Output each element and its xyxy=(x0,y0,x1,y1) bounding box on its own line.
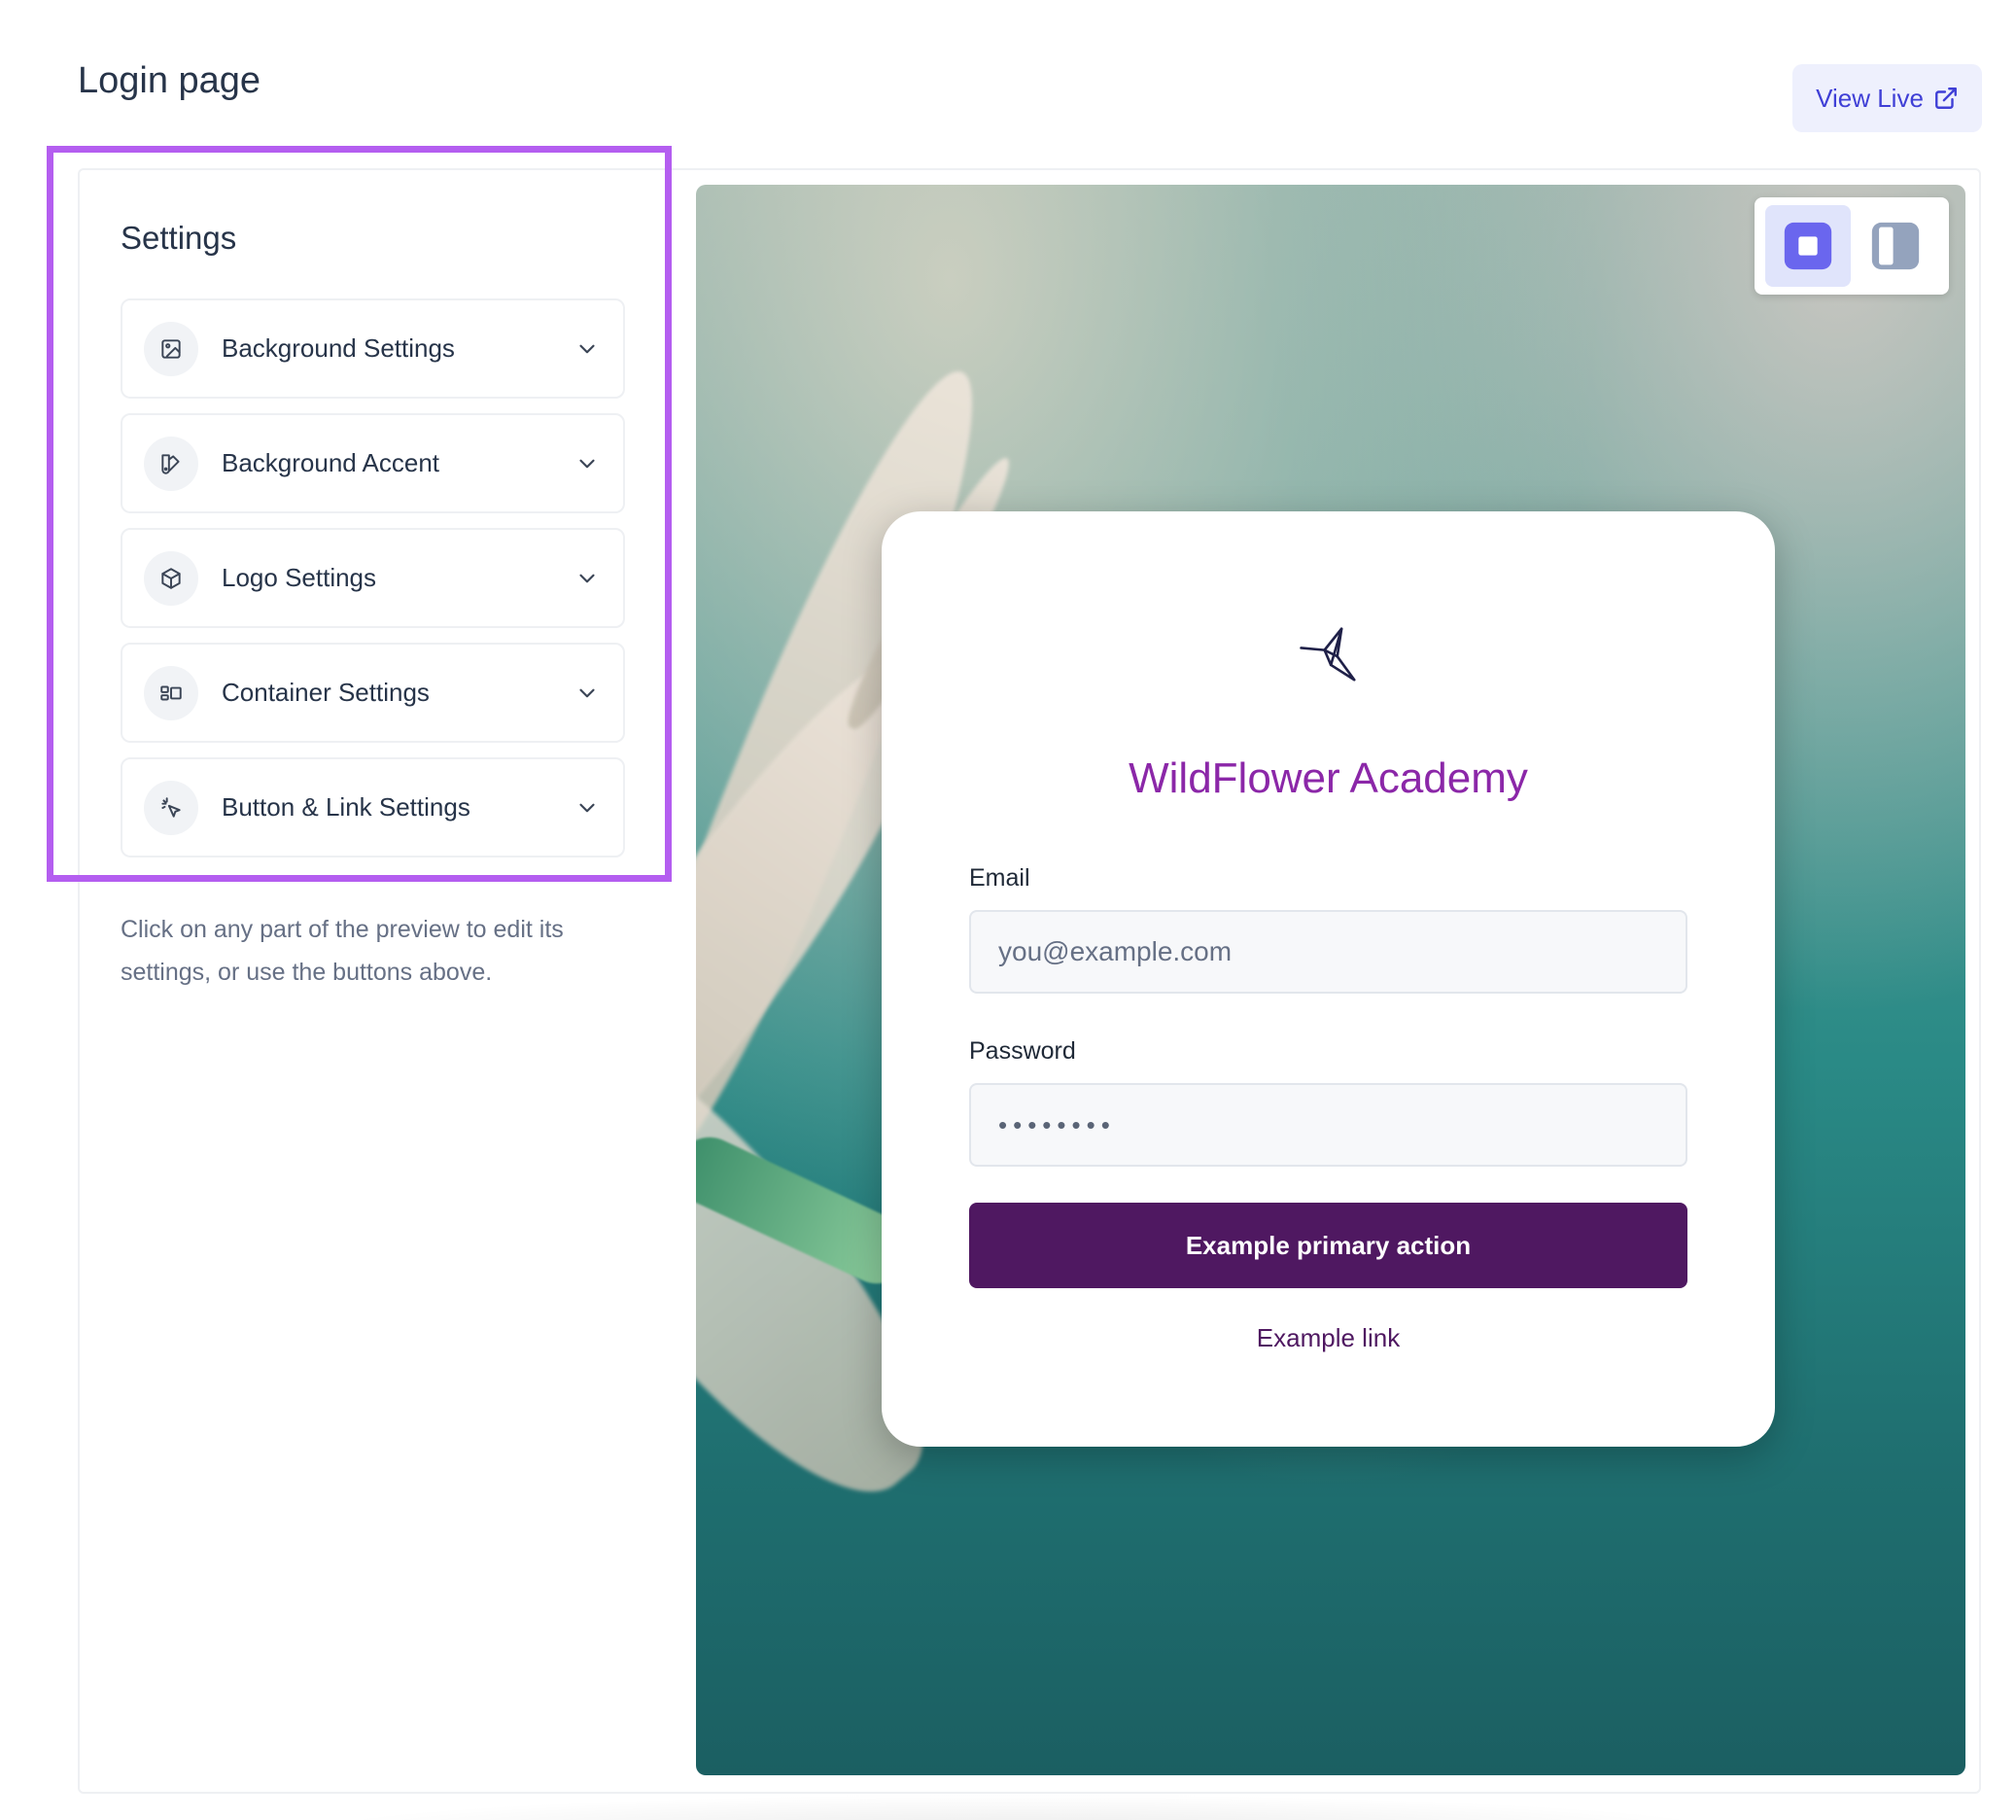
layout-toggle xyxy=(1755,197,1949,295)
layout-centered-button[interactable] xyxy=(1765,205,1851,287)
external-link-icon xyxy=(1934,88,1957,109)
settings-hint: Click on any part of the preview to edit… xyxy=(121,916,564,986)
chevron-down-icon xyxy=(579,459,595,468)
layout-icon xyxy=(144,665,198,720)
password-label: Password xyxy=(969,1037,1076,1065)
page-title: Login page xyxy=(78,60,261,101)
login-container[interactable]: WildFlower Academy Email you@example.com… xyxy=(882,511,1775,1447)
chevron-down-icon xyxy=(579,344,595,353)
chevron-down-icon xyxy=(579,688,595,697)
layout-split-button[interactable] xyxy=(1853,205,1938,287)
accordion-logo-settings[interactable]: Logo Settings xyxy=(121,528,625,628)
accordion-button-link-settings[interactable]: Button & Link Settings xyxy=(121,757,625,858)
cube-icon xyxy=(144,550,198,606)
chevron-down-icon xyxy=(579,803,595,812)
example-link[interactable]: Example link xyxy=(882,1323,1775,1353)
accordion-label: Background Settings xyxy=(222,333,455,363)
origami-bird-logo-icon xyxy=(1300,627,1356,682)
primary-action-label: Example primary action xyxy=(1185,1230,1472,1260)
chevron-down-icon xyxy=(579,574,595,582)
password-field[interactable]: •••••••• xyxy=(969,1083,1687,1167)
accordion-container-settings[interactable]: Container Settings xyxy=(121,643,625,743)
palette-icon xyxy=(144,436,198,491)
password-value: •••••••• xyxy=(998,1109,1116,1139)
email-label: Email xyxy=(969,864,1030,892)
email-placeholder: you@example.com xyxy=(998,936,1233,966)
accordion-label: Background Accent xyxy=(222,448,440,477)
split-layout-icon xyxy=(1871,222,1920,270)
bottom-shadow xyxy=(292,1794,1750,1820)
accordion-background-accent[interactable]: Background Accent xyxy=(121,413,625,513)
accordion-label: Button & Link Settings xyxy=(222,792,470,822)
settings-title: Settings xyxy=(121,220,237,256)
centered-layout-icon xyxy=(1784,222,1832,270)
cursor-click-icon xyxy=(144,780,198,835)
primary-action-button[interactable]: Example primary action xyxy=(969,1203,1687,1288)
email-field[interactable]: you@example.com xyxy=(969,910,1687,994)
view-live-label: View Live xyxy=(1816,83,1924,113)
accordion-label: Container Settings xyxy=(222,678,430,707)
accordion-background-settings[interactable]: Background Settings xyxy=(121,298,625,399)
accordion-label: Logo Settings xyxy=(222,563,377,592)
image-icon xyxy=(144,321,198,376)
org-name: WildFlower Academy xyxy=(1129,754,1528,802)
view-live-button[interactable]: View Live xyxy=(1792,64,1982,132)
